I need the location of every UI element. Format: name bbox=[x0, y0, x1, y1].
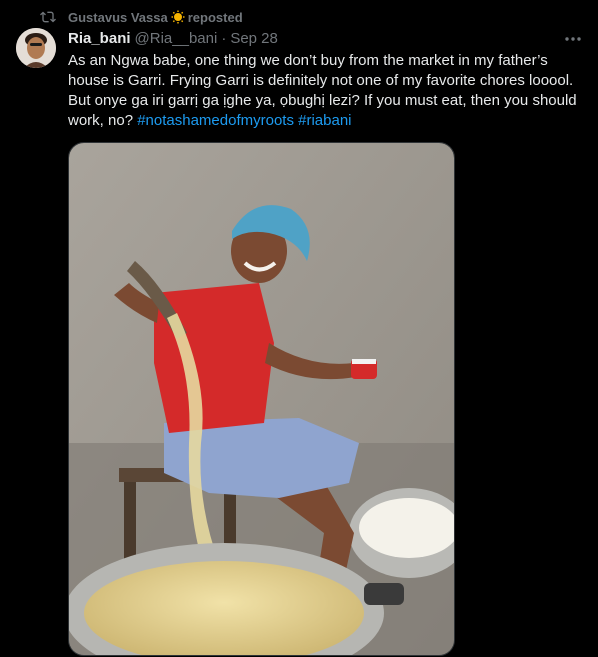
tweet-header: Ria_bani @Ria__bani · Sep 28 bbox=[68, 29, 278, 49]
avatar[interactable] bbox=[16, 28, 56, 68]
repost-user[interactable]: Gustavus Vassa bbox=[68, 10, 168, 25]
tweet-date[interactable]: Sep 28 bbox=[230, 29, 278, 49]
photo-woman-sifting-garri bbox=[69, 143, 454, 655]
tweet-text: As an Ngwa babe, one thing we don’t buy … bbox=[68, 51, 588, 131]
more-options-icon[interactable] bbox=[562, 30, 584, 48]
repost-icon bbox=[40, 11, 56, 23]
repost-context[interactable]: Gustavus Vassa reposted bbox=[40, 8, 243, 26]
display-name[interactable]: Ria_bani bbox=[68, 29, 131, 49]
hashtag-link[interactable]: #notashamedofmyroots bbox=[137, 112, 294, 129]
tweet-photo[interactable] bbox=[68, 142, 455, 656]
repost-label: reposted bbox=[187, 9, 243, 25]
hashtag-link[interactable]: #riabani bbox=[298, 112, 351, 129]
sun-badge-icon bbox=[171, 10, 185, 24]
separator: · bbox=[221, 30, 227, 47]
user-handle[interactable]: @Ria__bani bbox=[135, 29, 218, 49]
